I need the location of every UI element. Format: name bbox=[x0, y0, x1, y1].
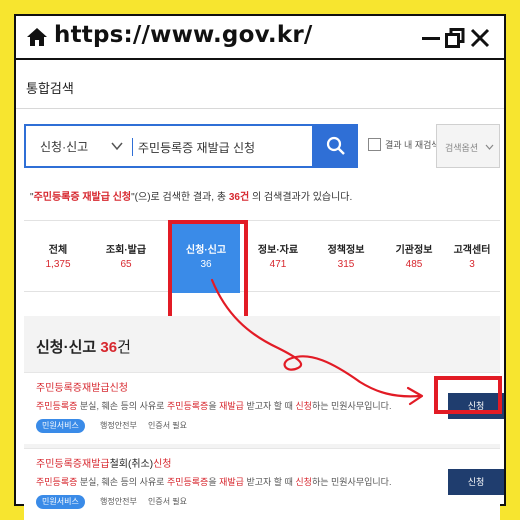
tab-agency[interactable]: 기관정보 485 bbox=[380, 221, 448, 293]
search-within-checkbox[interactable] bbox=[368, 138, 381, 151]
tab-count: 3 bbox=[469, 259, 475, 270]
desc-part: 하는 민원사무입니다. bbox=[311, 401, 392, 411]
service-badge: 민원서비스 bbox=[36, 495, 85, 509]
desc-part: 을 bbox=[208, 477, 220, 487]
chevron-down-icon[interactable] bbox=[110, 139, 124, 153]
minimize-icon[interactable] bbox=[421, 28, 441, 48]
page-content: 통합검색 신청·신고 결과 내 재검색 검색옵션 "주민등록증 재발급 신청"(… bbox=[16, 62, 504, 520]
tab-label: 전체 bbox=[48, 245, 68, 256]
apply-button[interactable]: 신청 bbox=[448, 469, 504, 495]
browser-window: https://www.gov.kr/ 통합검색 신청·신고 주민등록증 재발급… bbox=[14, 14, 506, 520]
chevron-down-icon bbox=[485, 144, 494, 150]
search-icon bbox=[326, 136, 345, 155]
desc-part: 신청 bbox=[295, 477, 312, 487]
url-text[interactable]: https://www.gov.kr/ bbox=[54, 22, 313, 48]
search-scope-select[interactable]: 신청·신고 bbox=[40, 138, 88, 155]
desc-part: 받고자 할 때 bbox=[243, 401, 296, 411]
tab-count: 485 bbox=[405, 259, 423, 270]
search-within-label: 결과 내 재검색 bbox=[385, 140, 440, 150]
service-badge: 민원서비스 bbox=[36, 419, 85, 433]
tab-label: 기관정보 bbox=[395, 245, 433, 256]
desc-part: 받고자 할 때 bbox=[243, 477, 296, 487]
tab-inquiry-issue[interactable]: 조회·발급 65 bbox=[92, 221, 160, 293]
result-title-part: 신청 bbox=[153, 459, 172, 470]
search-input[interactable] bbox=[138, 136, 308, 158]
search-options-button[interactable]: 검색옵션 bbox=[436, 124, 500, 168]
tab-count: 65 bbox=[120, 259, 132, 270]
result-keyword: 주민등록증 재발급 신청 bbox=[33, 192, 132, 203]
search-box: 신청·신고 bbox=[24, 124, 314, 168]
desc-part: 분실, 훼손 등의 사유로 bbox=[77, 401, 167, 411]
maximize-icon[interactable] bbox=[445, 28, 465, 48]
desc-part: 재발급 bbox=[219, 401, 244, 411]
result-count: 36건 bbox=[228, 192, 250, 203]
cert-text: 인증서 필요 bbox=[148, 421, 188, 430]
result-title-part: 주민등록증재발급신청 bbox=[36, 383, 128, 394]
result-summary: "주민등록증 재발급 신청"(으)로 검색한 결과, 총 36건 의 검색결과가… bbox=[30, 188, 352, 203]
result-description: 주민등록증 분실, 훼손 등의 사유로 주민등록증을 재발급 받고자 할 때 신… bbox=[36, 475, 391, 488]
desc-part: 주민등록증 bbox=[36, 477, 78, 487]
result-title[interactable]: 주민등록증재발급신청 bbox=[36, 379, 128, 394]
search-divider bbox=[132, 138, 133, 156]
desc-part: 을 bbox=[208, 401, 220, 411]
result-title-part: 철회(취소) bbox=[109, 459, 154, 470]
desc-part: 신청 bbox=[295, 401, 312, 411]
section-title: 신청·신고 36건 bbox=[36, 336, 131, 357]
section-title-label: 신청·신고 bbox=[36, 339, 97, 356]
agency-text: 행정안전부 bbox=[100, 421, 137, 430]
tab-label: 정책정보 bbox=[327, 245, 365, 256]
result-title[interactable]: 주민등록증재발급철회(취소)신청 bbox=[36, 455, 171, 470]
address-bar: https://www.gov.kr/ bbox=[16, 16, 504, 60]
desc-part: 재발급 bbox=[219, 477, 244, 487]
tab-label: 정보·자료 bbox=[257, 245, 299, 256]
result-card: 주민등록증재발급신청 주민등록증 분실, 훼손 등의 사유로 주민등록증을 재발… bbox=[24, 372, 504, 444]
apply-highlight-box bbox=[434, 376, 502, 414]
category-tabs: 전체 1,375 조회·발급 65 신청·신고 36 정보·자료 471 정책정… bbox=[24, 220, 500, 293]
close-icon[interactable] bbox=[470, 28, 490, 48]
desc-part: 주민등록증 bbox=[166, 401, 209, 411]
search-options-label: 검색옵션 bbox=[445, 143, 479, 153]
tab-information[interactable]: 정보·자료 471 bbox=[244, 221, 312, 293]
tab-all[interactable]: 전체 1,375 bbox=[24, 221, 92, 293]
search-button[interactable] bbox=[314, 124, 358, 168]
tab-customer-center[interactable]: 고객센터 3 bbox=[444, 221, 500, 293]
desc-part: 주민등록증 bbox=[36, 401, 78, 411]
result-title-part: 주민등록증재발급 bbox=[36, 459, 110, 470]
agency-text: 행정안전부 bbox=[100, 497, 137, 506]
tab-count: 471 bbox=[269, 259, 287, 270]
tab-label: 고객센터 bbox=[453, 245, 491, 256]
result-suffix: 의 검색결과가 있습니다. bbox=[251, 192, 353, 203]
section-unit: 건 bbox=[117, 339, 131, 356]
tab-count: 315 bbox=[337, 259, 355, 270]
tab-label: 조회·발급 bbox=[105, 245, 147, 256]
result-description: 주민등록증 분실, 훼손 등의 사유로 주민등록증을 재발급 받고자 할 때 신… bbox=[36, 399, 391, 412]
tab-count: 1,375 bbox=[45, 259, 71, 270]
tab-policy[interactable]: 정책정보 315 bbox=[312, 221, 380, 293]
result-middle: "(으)로 검색한 결과, 총 bbox=[131, 192, 229, 203]
title-divider bbox=[16, 108, 504, 109]
section-count: 36 bbox=[100, 339, 118, 356]
desc-part: 주민등록증 bbox=[166, 477, 209, 487]
page-title: 통합검색 bbox=[26, 81, 74, 96]
result-card: 주민등록증재발급철회(취소)신청 주민등록증 분실, 훼손 등의 사유로 주민등… bbox=[24, 448, 504, 520]
home-icon[interactable] bbox=[26, 27, 48, 47]
desc-part: 하는 민원사무입니다. bbox=[311, 477, 392, 487]
tab-highlight-box bbox=[168, 220, 248, 324]
cert-text: 인증서 필요 bbox=[148, 497, 188, 506]
desc-part: 분실, 훼손 등의 사유로 bbox=[77, 477, 167, 487]
